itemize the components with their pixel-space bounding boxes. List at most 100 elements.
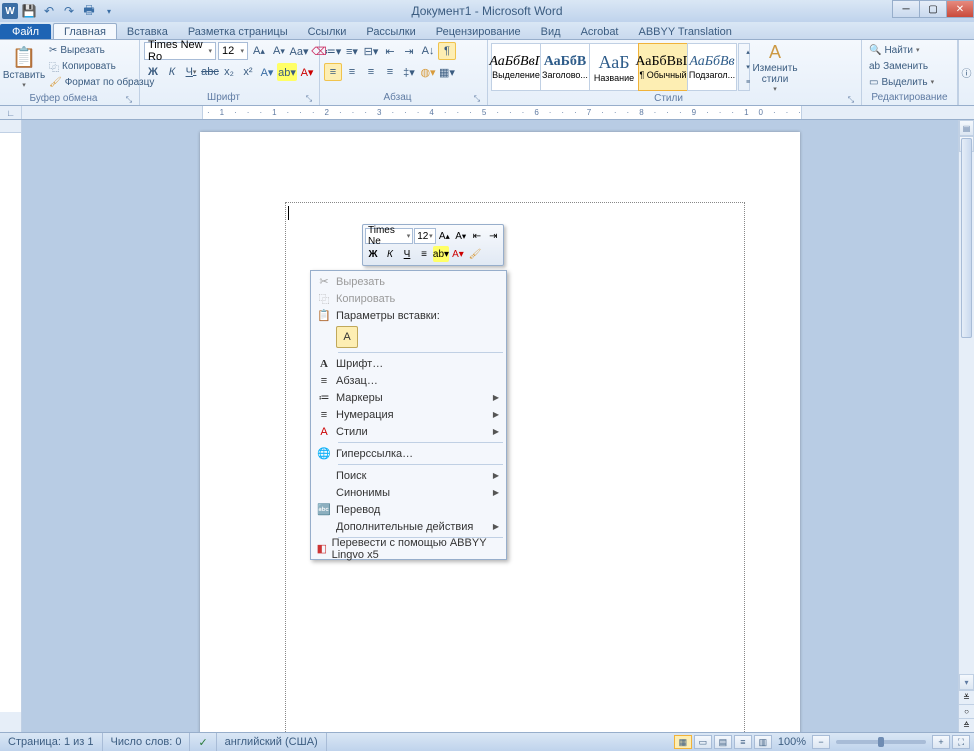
- vertical-ruler[interactable]: [0, 120, 22, 732]
- zoom-out-button[interactable]: −: [812, 735, 830, 749]
- ctx-styles[interactable]: AСтили▶: [312, 423, 505, 440]
- multilevel-button[interactable]: ⊟▾: [362, 42, 380, 60]
- ctx-search[interactable]: Поиск▶: [312, 467, 505, 484]
- paragraph-dialog-launcher[interactable]: ⤡: [471, 93, 483, 105]
- line-spacing-button[interactable]: ‡▾: [400, 63, 418, 81]
- next-page-button[interactable]: ≙: [959, 718, 974, 732]
- zoom-slider-thumb[interactable]: [878, 737, 884, 747]
- tab-acrobat[interactable]: Acrobat: [571, 24, 629, 39]
- ctx-font[interactable]: AШрифт…: [312, 355, 505, 372]
- mini-underline[interactable]: Ч: [399, 246, 415, 262]
- bullets-button[interactable]: ≔▾: [324, 42, 342, 60]
- find-button[interactable]: 🔍Найти ▾: [866, 42, 937, 58]
- status-language[interactable]: английский (США): [217, 733, 327, 751]
- tab-references[interactable]: Ссылки: [298, 24, 357, 39]
- grow-font-button[interactable]: A▴: [250, 42, 268, 60]
- shading-button[interactable]: ◍▾: [419, 63, 437, 81]
- prev-page-button[interactable]: ≚: [959, 690, 974, 704]
- highlight-button[interactable]: ab▾: [277, 63, 297, 81]
- ctx-bullets[interactable]: ≔Маркеры▶: [312, 389, 505, 406]
- ctx-hyperlink[interactable]: 🌐Гиперссылка…: [312, 445, 505, 462]
- tab-home[interactable]: Главная: [53, 23, 117, 39]
- ctx-translate[interactable]: 🔤Перевод: [312, 501, 505, 518]
- tab-review[interactable]: Рецензирование: [426, 24, 531, 39]
- font-name-select[interactable]: Times New Ro▾: [144, 42, 216, 60]
- style-emphasis[interactable]: АаБбВвГВыделение: [491, 43, 541, 91]
- justify-button[interactable]: ≡: [381, 63, 399, 81]
- mini-font-select[interactable]: Times Ne▾: [365, 228, 413, 244]
- ruler-toggle-button[interactable]: ▤: [959, 120, 974, 136]
- subscript-button[interactable]: x₂: [220, 63, 238, 81]
- maximize-button[interactable]: ▢: [919, 0, 947, 18]
- view-full-screen[interactable]: ▭: [694, 735, 712, 749]
- mini-format-painter[interactable]: 🖌: [467, 246, 483, 262]
- save-icon[interactable]: 💾: [20, 2, 38, 20]
- undo-icon[interactable]: ↶: [40, 2, 58, 20]
- zoom-level[interactable]: 100%: [774, 736, 810, 748]
- paste-keep-text-button[interactable]: A: [336, 326, 358, 348]
- mini-bold[interactable]: Ж: [365, 246, 381, 262]
- tab-selector[interactable]: ∟: [0, 106, 22, 119]
- mini-size-select[interactable]: 12▾: [414, 228, 435, 244]
- bold-button[interactable]: Ж: [144, 63, 162, 81]
- borders-button[interactable]: ▦▾: [438, 63, 456, 81]
- font-size-select[interactable]: 12▾: [218, 42, 248, 60]
- text-effects-button[interactable]: A▾: [258, 63, 276, 81]
- styles-dialog-launcher[interactable]: ⤡: [845, 94, 857, 106]
- paste-button[interactable]: 📋 Вставить ▾: [4, 42, 44, 92]
- zoom-in-button[interactable]: +: [932, 735, 950, 749]
- clipboard-dialog-launcher[interactable]: ⤡: [123, 94, 135, 106]
- align-center-button[interactable]: ≡: [343, 63, 361, 81]
- style-title[interactable]: АаБНазвание: [589, 43, 639, 91]
- file-tab[interactable]: Файл: [0, 24, 51, 39]
- select-button[interactable]: ▭Выделить ▾: [866, 74, 937, 90]
- style-normal[interactable]: АаБбВвГ¶ Обычный: [638, 43, 688, 91]
- ctx-abbyy[interactable]: ◧Перевести с помощью ABBYY Lingvo x5: [312, 540, 505, 557]
- mini-dec-indent[interactable]: ⇤: [469, 228, 484, 244]
- tab-insert[interactable]: Вставка: [117, 24, 178, 39]
- underline-button[interactable]: Ч▾: [182, 63, 200, 81]
- ribbon-help-button[interactable]: ⓘ: [958, 40, 974, 105]
- sort-button[interactable]: A↓: [419, 42, 437, 60]
- tab-mailings[interactable]: Рассылки: [356, 24, 425, 39]
- browse-object-button[interactable]: ○: [959, 704, 974, 718]
- replace-button[interactable]: abЗаменить: [866, 58, 937, 74]
- change-styles-button[interactable]: A Изменить стили ▾: [752, 42, 798, 92]
- style-subtitle[interactable]: АаБбВвПодзагол...: [687, 43, 737, 91]
- superscript-button[interactable]: x²: [239, 63, 257, 81]
- status-proof[interactable]: ✓: [190, 733, 216, 751]
- decrease-indent-button[interactable]: ⇤: [381, 42, 399, 60]
- mini-inc-indent[interactable]: ⇥: [486, 228, 501, 244]
- minimize-button[interactable]: ─: [892, 0, 920, 18]
- strike-button[interactable]: abc: [201, 63, 219, 81]
- mini-shrink-font[interactable]: A▾: [453, 228, 468, 244]
- word-app-icon[interactable]: W: [2, 3, 18, 19]
- italic-button[interactable]: К: [163, 63, 181, 81]
- view-outline[interactable]: ≡: [734, 735, 752, 749]
- numbering-button[interactable]: ≡▾: [343, 42, 361, 60]
- fit-to-window-button[interactable]: ⛶: [952, 735, 970, 749]
- align-right-button[interactable]: ≡: [362, 63, 380, 81]
- tab-view[interactable]: Вид: [531, 24, 571, 39]
- redo-icon[interactable]: ↷: [60, 2, 78, 20]
- scroll-thumb[interactable]: [961, 138, 972, 338]
- mini-highlight[interactable]: ab▾: [433, 246, 449, 262]
- mini-italic[interactable]: К: [382, 246, 398, 262]
- font-dialog-launcher[interactable]: ⤡: [303, 93, 315, 105]
- mini-grow-font[interactable]: A▴: [437, 228, 452, 244]
- style-gallery[interactable]: АаБбВвГВыделение АаБбВЗаголово... АаБНаз…: [492, 43, 737, 91]
- view-web-layout[interactable]: ▤: [714, 735, 732, 749]
- mini-align-center[interactable]: ≡: [416, 246, 432, 262]
- change-case-button[interactable]: Aa▾: [290, 42, 308, 60]
- ctx-paragraph[interactable]: ≡Абзац…: [312, 372, 505, 389]
- show-marks-button[interactable]: ¶: [438, 42, 456, 60]
- increase-indent-button[interactable]: ⇥: [400, 42, 418, 60]
- shrink-font-button[interactable]: A▾: [270, 42, 288, 60]
- qat-customize-icon[interactable]: ▾: [100, 2, 118, 20]
- style-heading[interactable]: АаБбВЗаголово...: [540, 43, 590, 91]
- ctx-numbering[interactable]: ≡Нумерация▶: [312, 406, 505, 423]
- status-page[interactable]: Страница: 1 из 1: [0, 733, 103, 751]
- view-print-layout[interactable]: ▦: [674, 735, 692, 749]
- tab-abbyy[interactable]: ABBYY Translation: [629, 24, 742, 39]
- font-color-button[interactable]: A▾: [298, 63, 316, 81]
